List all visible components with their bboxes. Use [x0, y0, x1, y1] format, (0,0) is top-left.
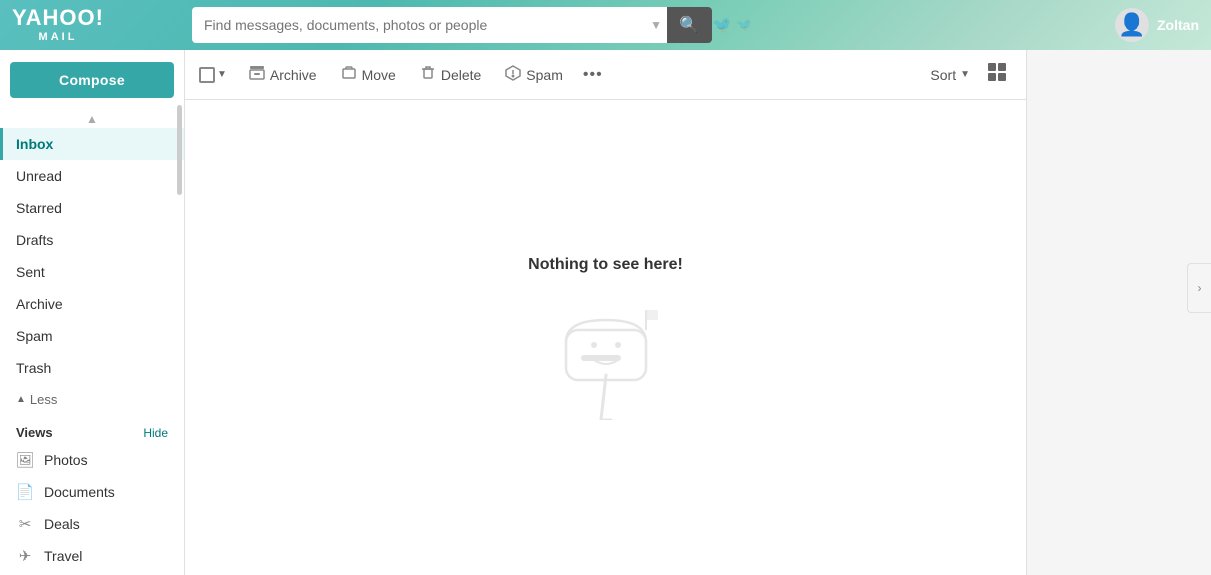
user-profile[interactable]: 👤 Zoltan [1115, 8, 1199, 42]
archive-label: Archive [16, 296, 63, 312]
spam-icon [505, 65, 521, 85]
sidebar-item-drafts[interactable]: Drafts [0, 224, 184, 256]
sidebar-item-inbox[interactable]: Inbox [0, 128, 184, 160]
sidebar-item-starred[interactable]: Starred [0, 192, 184, 224]
header: YAHOO! MAIL ▼ 🔍 🐦 🐦 👤 Zoltan [0, 0, 1211, 50]
empty-state: Nothing to see here! [528, 256, 683, 420]
compose-button[interactable]: Compose [10, 62, 174, 98]
search-area: ▼ 🔍 [192, 7, 712, 43]
empty-mailbox-illustration [546, 290, 666, 420]
spam-button[interactable]: Spam [495, 60, 573, 90]
inbox-label: Inbox [16, 136, 53, 152]
mail-logo: MAIL [39, 31, 78, 43]
deals-icon: ✂ [16, 515, 34, 533]
sidebar-item-spam[interactable]: Spam [0, 320, 184, 352]
empty-message: Nothing to see here! [528, 256, 683, 274]
spam-label: Spam [526, 67, 563, 83]
sent-label: Sent [16, 264, 45, 280]
sidebar-scrollbar[interactable] [177, 105, 182, 195]
archive-button[interactable]: Archive [239, 60, 327, 90]
views-header: Views Hide [0, 415, 184, 444]
documents-label: Documents [44, 484, 115, 500]
sidebar-item-photos[interactable]: 🖼 Photos [0, 444, 184, 476]
photos-icon: 🖼 [16, 451, 34, 469]
move-label: Move [362, 67, 396, 83]
yahoo-logo: YAHOO! [12, 7, 104, 29]
chevron-right-icon: › [1198, 281, 1202, 295]
archive-label: Archive [270, 67, 317, 83]
sidebar-item-trash[interactable]: Trash [0, 352, 184, 384]
sidebar-item-travel[interactable]: ✈ Travel [0, 540, 184, 572]
layout-toggle-button[interactable] [982, 57, 1012, 92]
toolbar: ▼ Archive [185, 50, 1026, 100]
sidebar-item-deals[interactable]: ✂ Deals [0, 508, 184, 540]
search-input[interactable] [192, 7, 667, 43]
main-layout: Compose ▲ Inbox Unread Starred Drafts Se… [0, 50, 1211, 575]
travel-icon: ✈ [16, 547, 34, 565]
move-icon [341, 65, 357, 85]
header-right: 👤 Zoltan [1115, 8, 1199, 42]
move-button[interactable]: Move [331, 60, 406, 90]
expand-panel-button[interactable]: › [1187, 263, 1211, 313]
photos-label: Photos [44, 452, 88, 468]
username-label: Zoltan [1157, 17, 1199, 33]
select-all-checkbox[interactable] [199, 67, 215, 83]
search-icon: 🔍 [679, 15, 699, 35]
more-actions-button[interactable]: ••• [577, 61, 609, 89]
documents-icon: 📄 [16, 483, 34, 501]
deals-label: Deals [44, 516, 80, 532]
select-all-area[interactable]: ▼ [199, 67, 227, 83]
content-column: ▼ Archive [185, 50, 1026, 575]
sidebar: Compose ▲ Inbox Unread Starred Drafts Se… [0, 50, 185, 575]
sidebar-item-sent[interactable]: Sent [0, 256, 184, 288]
sidebar-item-documents[interactable]: 📄 Documents [0, 476, 184, 508]
less-label: Less [30, 392, 57, 407]
delete-label: Delete [441, 67, 481, 83]
right-panel [1026, 50, 1211, 575]
sidebar-item-archive[interactable]: Archive [0, 288, 184, 320]
scroll-up-indicator: ▲ [0, 110, 184, 128]
less-toggle[interactable]: ▲ Less [0, 384, 184, 415]
search-button[interactable]: 🔍 [667, 7, 712, 43]
select-dropdown-chevron[interactable]: ▼ [217, 69, 227, 80]
sidebar-item-unread[interactable]: Unread [0, 160, 184, 192]
drafts-label: Drafts [16, 232, 53, 248]
delete-icon [420, 65, 436, 85]
birds-decoration: 🐦 🐦 [712, 15, 752, 35]
spam-label: Spam [16, 328, 53, 344]
chevron-up-icon: ▲ [16, 394, 26, 405]
starred-label: Starred [16, 200, 62, 216]
logo-area: YAHOO! MAIL [12, 7, 192, 43]
avatar: 👤 [1115, 8, 1149, 42]
delete-button[interactable]: Delete [410, 60, 491, 90]
sort-label: Sort [930, 67, 956, 83]
email-list: Nothing to see here! [185, 100, 1026, 575]
sort-button[interactable]: Sort ▼ [922, 62, 978, 88]
sort-chevron-icon: ▼ [960, 69, 970, 80]
views-title: Views [16, 425, 53, 440]
trash-label: Trash [16, 360, 51, 376]
unread-label: Unread [16, 168, 62, 184]
hide-views-button[interactable]: Hide [143, 426, 168, 440]
travel-label: Travel [44, 548, 82, 564]
archive-icon [249, 65, 265, 85]
